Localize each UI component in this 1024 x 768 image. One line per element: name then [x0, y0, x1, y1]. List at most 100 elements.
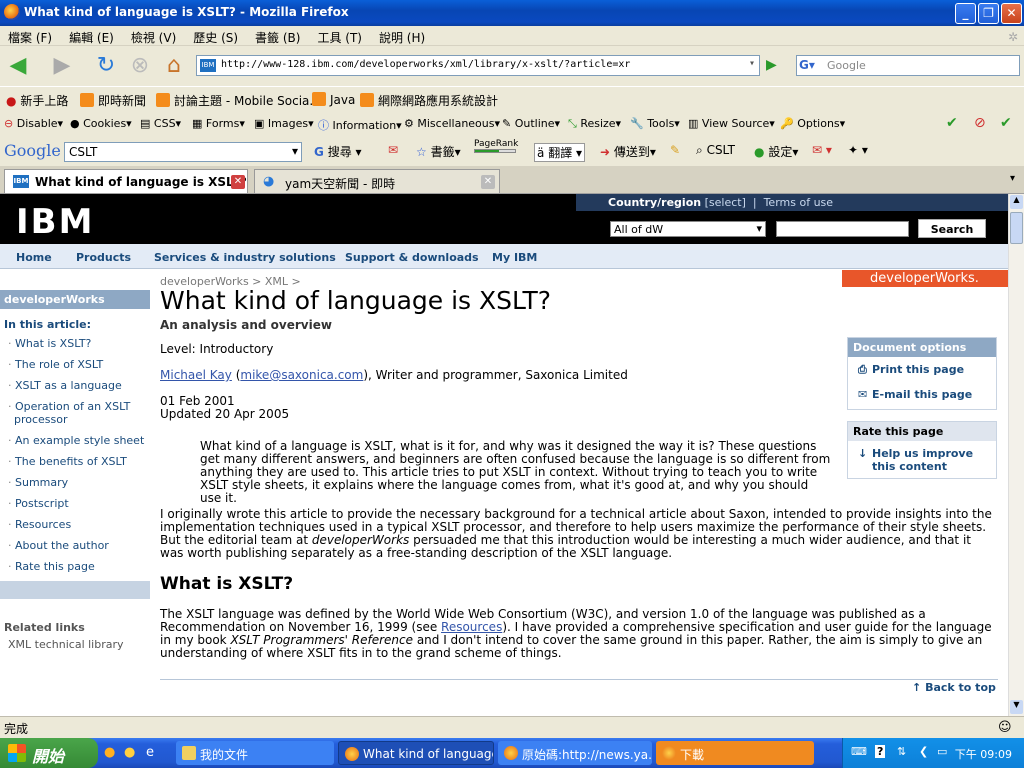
developerworks-badge[interactable]: developerWorks.: [842, 270, 1008, 287]
task-firefox-xslt[interactable]: What kind of language...: [338, 741, 494, 765]
toc-item[interactable]: What is XSLT?: [0, 333, 150, 354]
menu-edit[interactable]: 編輯 (E): [61, 26, 123, 46]
webdev-outline[interactable]: ✎ Outline▾: [502, 117, 560, 130]
google-sendto[interactable]: ➜ 傳送到▾: [600, 143, 656, 160]
webdev-options[interactable]: 🔑 Options▾: [780, 117, 845, 130]
home-icon[interactable]: ⌂: [160, 52, 188, 80]
google-logo[interactable]: Google: [4, 141, 61, 160]
menu-file[interactable]: 檔案 (F): [0, 26, 61, 46]
stop-icon[interactable]: ⊗: [126, 52, 154, 80]
highlighter-icon[interactable]: ✎: [670, 143, 680, 157]
toc-item[interactable]: The role of XSLT: [0, 354, 150, 375]
leftnav-header[interactable]: developerWorks: [0, 290, 150, 309]
print-link[interactable]: ⎙ Print this page: [848, 357, 996, 382]
webdev-view-source[interactable]: ▥ View Source▾: [688, 117, 775, 130]
toc-item[interactable]: Rate this page: [0, 556, 150, 577]
scroll-down-icon[interactable]: ▼: [1010, 700, 1023, 714]
extensions-icon[interactable]: ✦ ▾: [848, 143, 868, 157]
scroll-thumb[interactable]: [1010, 212, 1023, 244]
email-link[interactable]: ✉ E-mail this page: [848, 382, 996, 409]
display-icon[interactable]: ▭: [937, 745, 947, 758]
rate-help-link[interactable]: ↓ Help us improve this content: [848, 441, 996, 479]
webdev-css[interactable]: ▤ CSS▾: [140, 117, 181, 130]
help-icon[interactable]: ?: [875, 745, 886, 758]
toc-item[interactable]: XSLT as a language: [0, 375, 150, 396]
tab-yam-news[interactable]: ◕ yam天空新聞 - 即時 ✕: [254, 169, 500, 193]
url-bar[interactable]: IBM http://www-128.ibm.com/developerwork…: [196, 55, 760, 76]
menu-view[interactable]: 檢視 (V): [123, 26, 185, 46]
close-button[interactable]: ✕: [1001, 3, 1022, 24]
webdev-resize[interactable]: ⤡ Resize▾: [568, 117, 621, 131]
search-bar[interactable]: G▾ Google: [796, 55, 1020, 76]
scroll-up-icon[interactable]: ▲: [1010, 195, 1023, 209]
nav-my-ibm[interactable]: My IBM: [492, 251, 537, 264]
google-search-button[interactable]: G 搜尋 ▾: [314, 143, 362, 160]
resources-link[interactable]: Resources: [441, 620, 502, 634]
related-link[interactable]: XML technical library: [0, 636, 150, 653]
webdev-tools[interactable]: 🔧 Tools▾: [630, 117, 680, 130]
reload-icon[interactable]: ↻: [92, 52, 120, 80]
bookmark-item[interactable]: 討論主題 - Mobile Socia...: [156, 92, 321, 109]
webdev-information[interactable]: ⓘ Information▾: [318, 117, 402, 133]
go-icon[interactable]: ▶: [766, 57, 777, 73]
vertical-scrollbar[interactable]: ▲ ▼: [1008, 194, 1024, 716]
google-engine-icon[interactable]: G▾: [799, 58, 815, 72]
google-settings[interactable]: ● 設定▾: [754, 143, 798, 160]
terms-link[interactable]: Terms of use: [764, 196, 833, 209]
nav-products[interactable]: Products: [76, 251, 131, 264]
tab-xslt-article[interactable]: IBM What kind of language is XSLT? ✕: [4, 169, 248, 193]
quicklaunch-media-icon[interactable]: ●: [124, 745, 135, 760]
forward-icon[interactable]: ▶: [48, 52, 76, 80]
news-icon[interactable]: ✉: [388, 143, 398, 157]
author-link[interactable]: Michael Kay: [160, 368, 232, 382]
webdev-disable[interactable]: ⊖ Disable▾: [4, 117, 63, 130]
task-my-documents[interactable]: 我的文件: [176, 741, 334, 765]
bookmark-item[interactable]: Java: [312, 92, 355, 107]
author-email-link[interactable]: mike@saxonica.com: [240, 368, 363, 382]
nav-services[interactable]: Services & industry solutions: [154, 251, 336, 264]
back-icon[interactable]: ◀: [4, 52, 32, 80]
restore-button[interactable]: ❐: [978, 3, 999, 24]
webdev-cookies[interactable]: ● Cookies▾: [70, 117, 132, 130]
check-icon[interactable]: ✔: [946, 115, 958, 131]
toc-item[interactable]: About the author: [0, 535, 150, 556]
back-to-top-link[interactable]: ↑ Back to top: [912, 681, 996, 694]
keyboard-icon[interactable]: ⌨: [851, 745, 867, 758]
country-select-link[interactable]: [select]: [705, 196, 746, 209]
quicklaunch-firefox-icon[interactable]: ●: [104, 745, 115, 760]
menu-bookmarks[interactable]: 書籤 (B): [247, 26, 309, 46]
toc-item[interactable]: Summary: [0, 472, 150, 493]
network-icon[interactable]: ⇅: [897, 745, 906, 758]
tray-expand-icon[interactable]: ❮: [919, 745, 928, 758]
bookmark-item[interactable]: ● 新手上路: [6, 92, 68, 109]
webdev-forms[interactable]: ▦ Forms▾: [192, 117, 245, 130]
bookmark-item[interactable]: 網際網路應用系統設計: [360, 92, 498, 109]
scope-select[interactable]: All of dW ▾: [610, 221, 766, 237]
menu-tools[interactable]: 工具 (T): [309, 26, 371, 46]
bookmark-item[interactable]: 即時新聞: [80, 92, 146, 109]
webdev-miscellaneous[interactable]: ⚙ Miscellaneous▾: [404, 117, 500, 130]
toc-item[interactable]: Resources: [0, 514, 150, 535]
nav-support[interactable]: Support & downloads: [345, 251, 479, 264]
menu-history[interactable]: 歷史 (S): [185, 26, 247, 46]
close-tab-icon[interactable]: ✕: [231, 175, 245, 189]
google-cslt[interactable]: ⌕ CSLT: [696, 143, 735, 158]
ibm-search-input[interactable]: [776, 221, 909, 237]
google-bookmarks[interactable]: ☆ 書籤▾: [416, 143, 461, 160]
menu-help[interactable]: 說明 (H): [371, 26, 434, 46]
minimize-button[interactable]: _: [955, 3, 976, 24]
window-title-bar[interactable]: What kind of language is XSLT? - Mozilla…: [0, 0, 1024, 26]
google-translate[interactable]: ä 翻譯 ▾: [534, 143, 586, 162]
task-source-view[interactable]: 原始碼:http://news.ya...: [498, 741, 652, 765]
ibm-search-button[interactable]: Search: [918, 219, 986, 238]
google-query-input[interactable]: CSLT ▾: [64, 142, 302, 162]
toc-item[interactable]: Postscript: [0, 493, 150, 514]
webdev-images[interactable]: ▣ Images▾: [254, 117, 314, 130]
task-downloads[interactable]: 下載: [656, 741, 814, 765]
url-dropdown-icon[interactable]: ▾: [749, 58, 755, 69]
mail-icon[interactable]: ✉ ▾: [812, 143, 832, 157]
smiley-icon[interactable]: ☺: [998, 720, 1012, 735]
close-tab-icon[interactable]: ✕: [481, 175, 495, 189]
nav-home[interactable]: Home: [16, 251, 52, 264]
quicklaunch-ie-icon[interactable]: e: [146, 745, 154, 760]
